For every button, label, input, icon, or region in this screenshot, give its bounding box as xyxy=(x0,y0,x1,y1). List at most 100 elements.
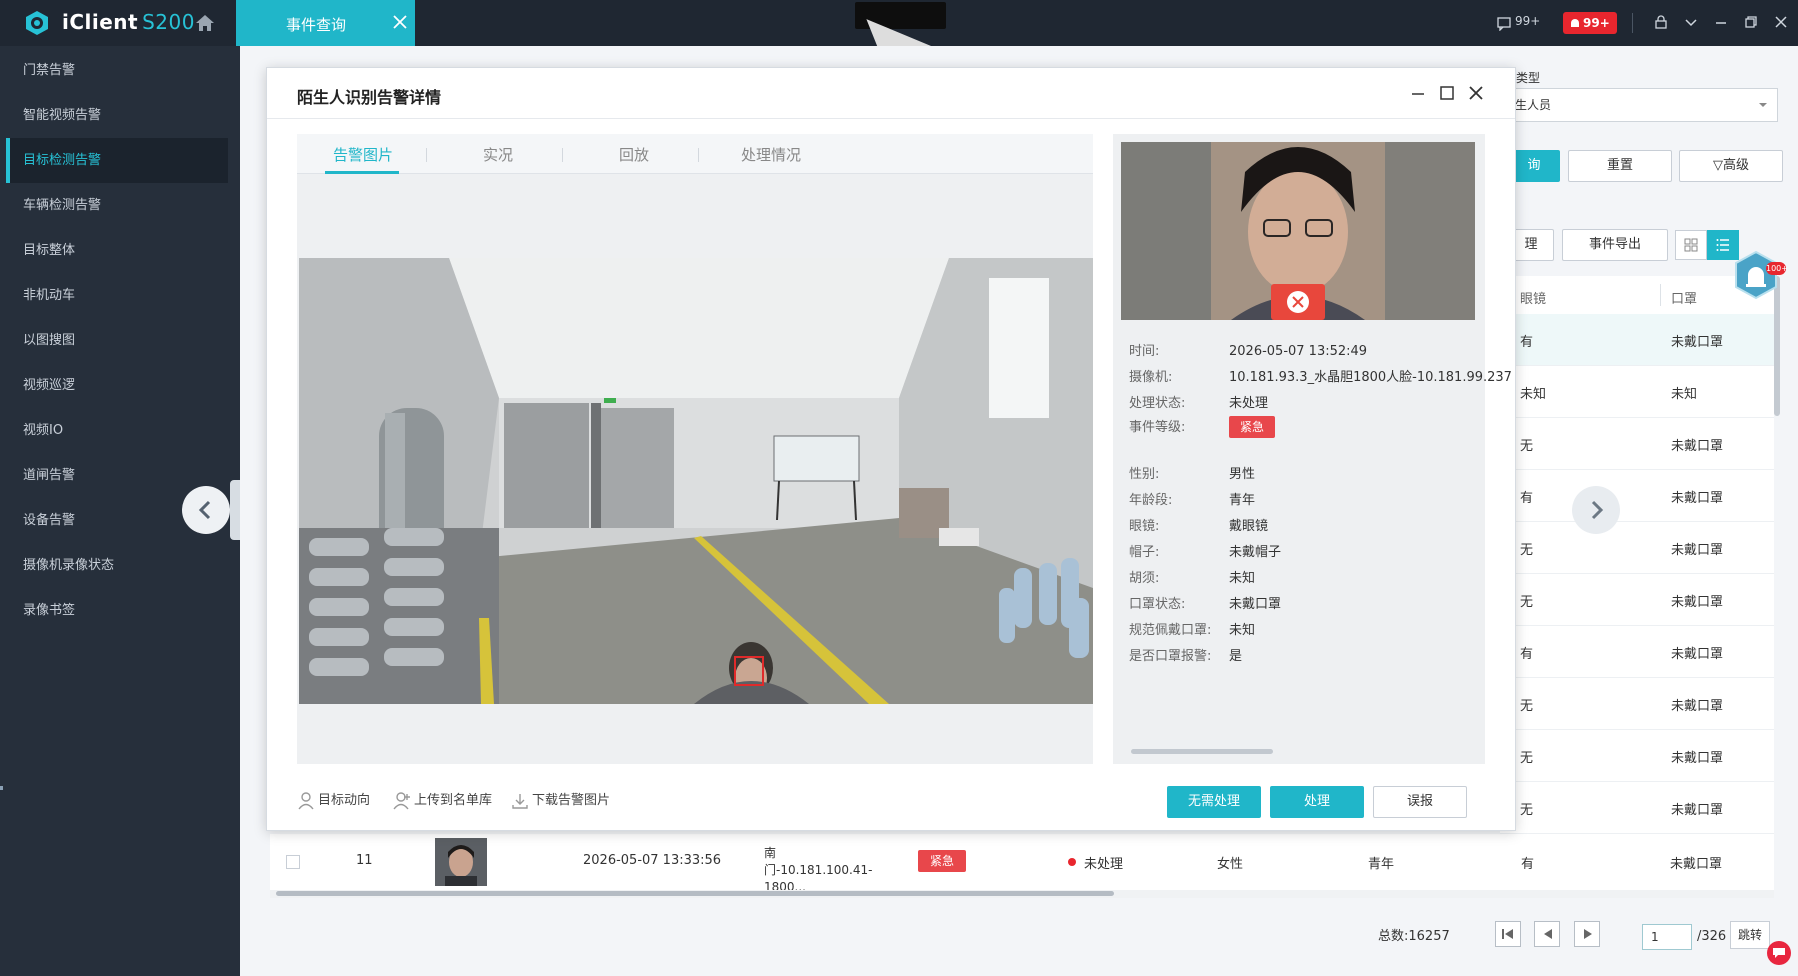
message-count: 99+ xyxy=(1515,14,1541,28)
table-row[interactable]: 无 未戴口罩 xyxy=(1500,782,1774,834)
sidebar-item-video-io[interactable]: 视频IO xyxy=(6,408,228,453)
maximize-icon[interactable] xyxy=(1438,84,1456,102)
table-row[interactable]: 无 未戴口罩 xyxy=(1500,730,1774,782)
glasses-cell: 有 xyxy=(1521,857,1535,872)
alarm-float-button[interactable] xyxy=(1733,250,1779,300)
mask-cell: 未戴口罩 xyxy=(1671,803,1724,818)
face-thumbnail[interactable] xyxy=(435,838,487,886)
sidebar-item-record-status[interactable]: 摄像机录像状态 xyxy=(6,543,228,588)
table-row[interactable]: 有 未戴口罩 xyxy=(1500,626,1774,678)
dialog-title: 陌生人识别告警详情 xyxy=(297,88,442,107)
horizontal-scrollbar[interactable] xyxy=(276,891,1114,896)
table-row[interactable]: 有 未戴口罩 xyxy=(1500,470,1774,522)
sidebar-marker xyxy=(0,786,3,790)
info-value: 戴眼镜 xyxy=(1229,519,1269,534)
tab-handling[interactable]: 处理情况 xyxy=(741,144,801,165)
info-sex: 性别: 男性 xyxy=(1129,463,1255,482)
false-alarm-button[interactable]: 误报 xyxy=(1373,786,1467,818)
tab-alarm-image[interactable]: 告警图片 xyxy=(333,144,393,165)
info-label: 处理状态: xyxy=(1129,396,1186,411)
minimize-icon[interactable] xyxy=(1714,15,1728,29)
info-value: 青年 xyxy=(1229,493,1256,508)
sidebar-item-video-patrol[interactable]: 视频巡逻 xyxy=(6,363,228,408)
sidebar-item-target-overall[interactable]: 目标整体 xyxy=(6,228,228,273)
total-count: 总数:16257 xyxy=(1378,929,1450,944)
info-label: 是否口罩报警: xyxy=(1129,649,1212,664)
glasses-cell: 有 xyxy=(1520,647,1534,662)
next-event-button[interactable] xyxy=(1572,486,1620,534)
grid-view-button[interactable] xyxy=(1675,230,1707,260)
table-row[interactable]: 有 未戴口罩 xyxy=(1500,314,1774,366)
list-icon xyxy=(1716,239,1729,251)
tab-live[interactable]: 实况 xyxy=(483,144,513,165)
info-label: 胡须: xyxy=(1129,571,1160,586)
table-row[interactable]: 11 2026-05-07 13:33:56 南 门-10.181.100.41… xyxy=(270,834,1774,894)
column-header-mask: 口罩 xyxy=(1671,292,1698,307)
restore-icon[interactable] xyxy=(1744,15,1758,29)
close-icon[interactable] xyxy=(1467,84,1485,102)
info-time: 时间: 2026-05-07 13:52:49 xyxy=(1129,340,1367,359)
chat-bubble-icon xyxy=(1773,948,1785,958)
advanced-button[interactable]: ▽高级 xyxy=(1679,150,1783,182)
tab-playback[interactable]: 回放 xyxy=(619,144,649,165)
row-checkbox[interactable] xyxy=(286,855,300,869)
type-filter-select[interactable]: 生人员 xyxy=(1508,88,1778,122)
active-tab-indicator xyxy=(325,171,399,174)
chat-icon[interactable] xyxy=(1767,941,1791,965)
mask-cell: 未戴口罩 xyxy=(1671,595,1724,610)
info-beard: 胡须: 未知 xyxy=(1129,567,1255,586)
face-capture[interactable] xyxy=(1121,142,1475,320)
prev-page-button[interactable] xyxy=(1534,921,1560,947)
table-row[interactable]: 无 未戴口罩 xyxy=(1500,418,1774,470)
close-tab-icon[interactable] xyxy=(391,13,409,31)
info-value: 10.181.93.3_水晶胆1800人脸-10.181.99.237 xyxy=(1229,370,1512,385)
table-row[interactable]: 无 未戴口罩 xyxy=(1500,574,1774,626)
export-events-button[interactable]: 事件导出 xyxy=(1562,229,1668,261)
info-panel-scrollbar[interactable] xyxy=(1131,749,1273,754)
glasses-cell: 有 xyxy=(1520,491,1534,506)
status-dot xyxy=(1068,858,1076,866)
sidebar-collapse-button[interactable] xyxy=(182,486,230,534)
info-label: 摄像机: xyxy=(1129,370,1173,385)
home-icon[interactable] xyxy=(194,12,216,34)
sidebar-collapse-handle[interactable] xyxy=(230,480,240,540)
info-label: 眼镜: xyxy=(1129,519,1160,534)
alarm-badge[interactable]: 99+ xyxy=(1563,12,1617,34)
upload-to-list-action[interactable]: 上传到名单库 xyxy=(393,789,492,810)
target-trace-action[interactable]: 目标动向 xyxy=(297,789,370,810)
lock-icon[interactable] xyxy=(1654,15,1668,29)
first-page-button[interactable] xyxy=(1495,921,1521,947)
close-window-icon[interactable] xyxy=(1774,15,1788,29)
info-age: 年龄段: 青年 xyxy=(1129,489,1255,508)
alarm-snapshot[interactable] xyxy=(299,258,1093,704)
sidebar-item-target-detection[interactable]: 目标检测告警 xyxy=(6,138,228,183)
glasses-cell: 无 xyxy=(1520,751,1534,766)
info-mask-alarm: 是否口罩报警: 是 xyxy=(1129,645,1242,664)
sidebar-item-vehicle-detection[interactable]: 车辆检测告警 xyxy=(6,183,228,228)
divider xyxy=(1632,13,1633,33)
process-alarm-button[interactable]: 处理 xyxy=(1270,786,1364,818)
prev-page-icon xyxy=(1544,929,1552,939)
jump-button[interactable]: 跳转 xyxy=(1730,921,1770,949)
no-need-process-button[interactable]: 无需处理 xyxy=(1167,786,1261,818)
sidebar-item-video-alarm[interactable]: 智能视频告警 xyxy=(6,93,228,138)
sidebar-item-non-motor[interactable]: 非机动车 xyxy=(6,273,228,318)
page-input[interactable]: 1 xyxy=(1642,924,1692,950)
chevron-down-icon[interactable] xyxy=(1684,15,1698,29)
info-label: 规范佩戴口罩: xyxy=(1129,623,1212,638)
message-icon[interactable] xyxy=(1497,15,1513,31)
sidebar-item-image-search[interactable]: 以图搜图 xyxy=(6,318,228,363)
table-row[interactable]: 未知 未知 xyxy=(1500,366,1774,418)
minimize-icon[interactable] xyxy=(1409,84,1427,102)
tab-label: 事件查询 xyxy=(286,16,347,34)
sidebar-item-access-alarm[interactable]: 门禁告警 xyxy=(6,48,228,93)
download-image-action[interactable]: 下载告警图片 xyxy=(511,789,610,810)
reset-button[interactable]: 重置 xyxy=(1568,150,1672,182)
table-row[interactable]: 无 未戴口罩 xyxy=(1500,522,1774,574)
upload-to-list-label: 上传到名单库 xyxy=(414,793,493,808)
person-add-icon xyxy=(393,791,410,809)
next-page-button[interactable] xyxy=(1574,921,1600,947)
table-row[interactable]: 无 未戴口罩 xyxy=(1500,678,1774,730)
sidebar-item-bookmarks[interactable]: 录像书签 xyxy=(6,588,228,633)
tab-event-query[interactable]: 事件查询 xyxy=(236,0,415,46)
